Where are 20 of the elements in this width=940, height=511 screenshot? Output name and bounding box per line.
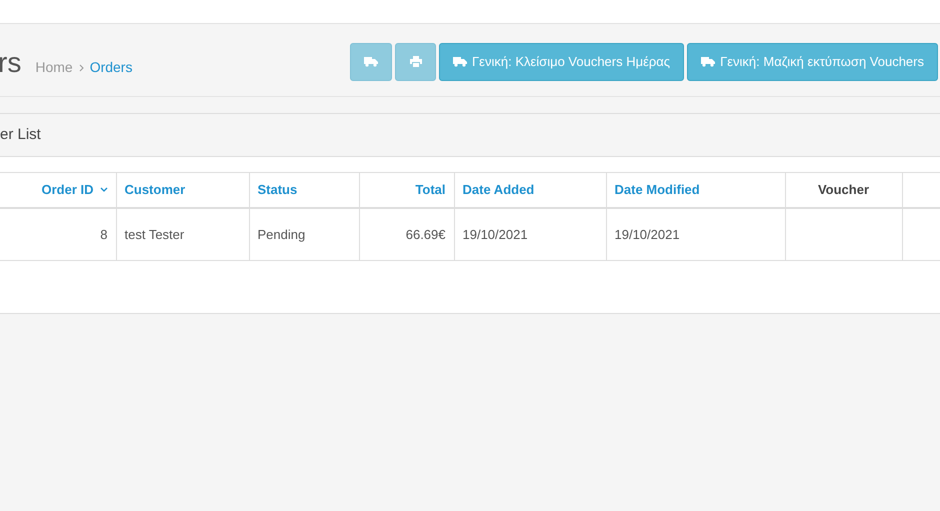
- breadcrumb-link[interactable]: Orders: [90, 59, 132, 75]
- page-title: rs: [0, 47, 22, 79]
- column-header: Voucher: [818, 182, 870, 198]
- table-cell: 19/10/2021: [614, 226, 680, 242]
- table-cell: test Tester: [124, 226, 184, 242]
- caret-icon: [100, 187, 108, 192]
- table-cell: 19/10/2021: [462, 226, 528, 242]
- truck-icon: [701, 56, 716, 66]
- table-cell: 66.69€: [406, 226, 446, 242]
- truck-icon: [453, 56, 468, 66]
- breadcrumb-separator-icon: [78, 64, 84, 72]
- voucher-button[interactable]: Γενική: Κλείσιμο Vouchers Ημέρας: [439, 42, 684, 80]
- truck-icon: [364, 56, 378, 66]
- table-cell: 8: [100, 226, 108, 242]
- printer-icon: [410, 56, 422, 67]
- column-sort-link[interactable]: Status: [258, 182, 298, 198]
- table-cell: Pending: [258, 226, 306, 242]
- column-sort-link[interactable]: Total: [415, 182, 446, 198]
- breadcrumb-link[interactable]: Home: [35, 59, 73, 75]
- voucher-button[interactable]: Γενική: Μαζική εκτύπωση Vouchers: [687, 42, 938, 80]
